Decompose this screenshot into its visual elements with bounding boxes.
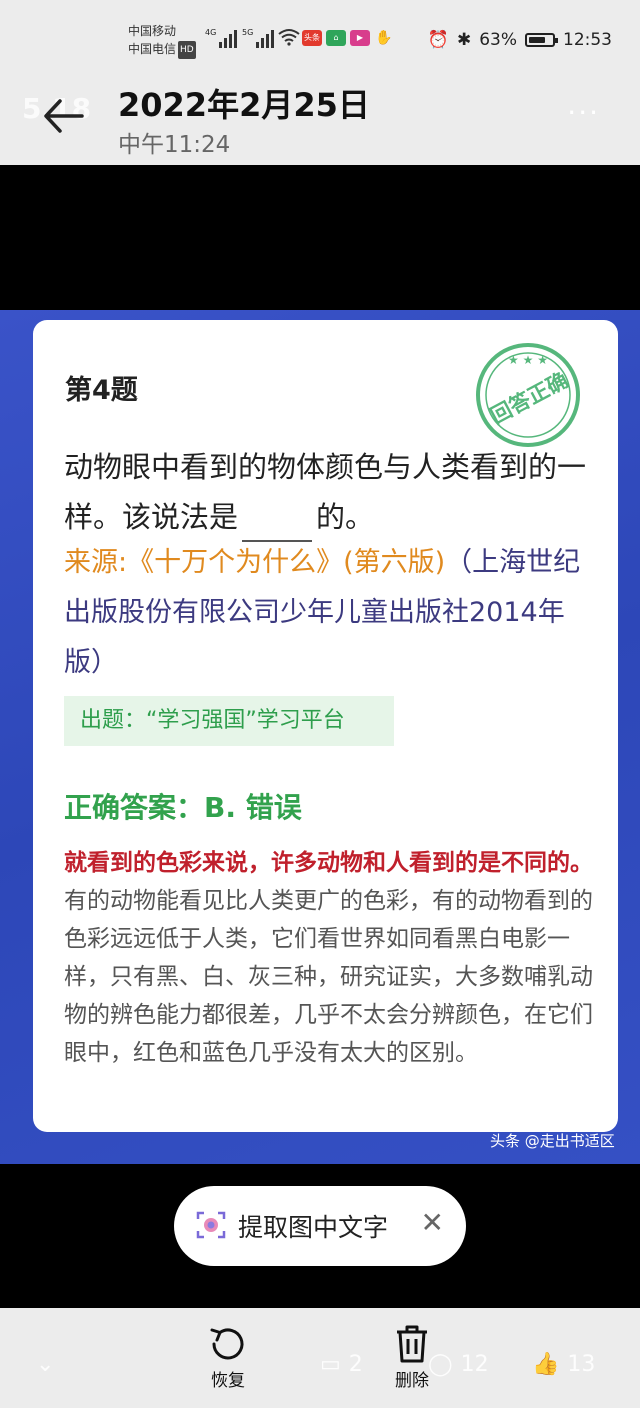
- svg-text:★ ★ ★: ★ ★ ★: [508, 353, 548, 367]
- more-options-icon[interactable]: ···: [567, 96, 600, 129]
- signal-icon-2: 5G: [242, 28, 275, 48]
- status-right: ⏰ ✱ 63% 12:53: [428, 30, 612, 50]
- network-type-1: 4G: [205, 28, 217, 37]
- restore-button[interactable]: 恢复: [200, 1322, 256, 1391]
- shop-app-icon: ⌂: [326, 30, 346, 46]
- alarm-icon: ⏰: [427, 30, 449, 50]
- question-text: 动物眼中看到的物体颜色与人类看到的一样。该说法是 的。: [64, 442, 594, 542]
- question-number: 第4题: [65, 375, 138, 406]
- source-label: 来源:《十万个为什么》(第六版): [64, 547, 446, 578]
- bottom-action-bar: ⌄ 恢复 ▭ 2 删除 ◯ 12 👍 13: [0, 1308, 640, 1408]
- carrier-info: 中国移动 中国电信 HD: [128, 22, 196, 59]
- comment-count[interactable]: ▭ 2: [320, 1352, 363, 1377]
- carrier-2: 中国电信: [128, 42, 177, 56]
- question-part2: 的。: [316, 500, 375, 534]
- like-number: 13: [567, 1352, 596, 1377]
- restore-label: 恢复: [211, 1371, 245, 1391]
- answer-blank: [242, 508, 313, 542]
- comment-number: 2: [348, 1352, 363, 1377]
- notification-icons: 头条 ⌂ ▶ ✋: [302, 30, 394, 46]
- top-bar: 中国移动 中国电信 HD 4G 5G 头条 ⌂ ▶ ✋ ⏰ ✱ 63% 12:5…: [0, 0, 640, 165]
- message-count[interactable]: ◯ 12: [428, 1352, 489, 1377]
- battery-icon: [525, 33, 558, 47]
- correct-stamp: ★ ★ ★ 回答正确: [476, 343, 580, 447]
- extract-text-label: 提取图中文字: [238, 1213, 389, 1242]
- bluetooth-icon: ✱: [456, 30, 472, 50]
- close-icon[interactable]: ✕: [421, 1206, 444, 1239]
- comment-icon: ▭: [320, 1352, 341, 1377]
- correct-answer: 正确答案：B. 错误: [64, 791, 302, 824]
- watermark: 头条 @走出书适区: [490, 1132, 615, 1150]
- stamp-text: 回答正确: [487, 368, 572, 429]
- back-arrow-icon[interactable]: [42, 96, 86, 136]
- battery-percent: 63%: [479, 30, 517, 50]
- toutiao-app-icon: 头条: [302, 30, 322, 46]
- thumbs-up-icon: 👍: [532, 1352, 560, 1377]
- signal-icon-1: 4G: [205, 28, 238, 48]
- message-icon: ◯: [428, 1352, 453, 1377]
- clock: 12:53: [563, 30, 612, 50]
- wifi-icon: [278, 29, 300, 46]
- message-number: 12: [460, 1352, 489, 1377]
- scan-text-icon: [196, 1211, 226, 1239]
- status-bar: 中国移动 中国电信 HD 4G 5G 头条 ⌂ ▶ ✋ ⏰ ✱ 63% 12:5…: [0, 18, 640, 59]
- photo-date: 2022年2月25日: [118, 86, 370, 124]
- chevron-down-icon[interactable]: ⌄: [36, 1352, 54, 1377]
- gesture-icon: ✋: [375, 30, 393, 46]
- network-type-2: 5G: [242, 28, 254, 37]
- quiz-card: 第4题 ★ ★ ★ 回答正确 动物眼中看到的物体颜色与人类看到的一样。该说法是的…: [33, 320, 618, 1132]
- photo-view[interactable]: 第4题 ★ ★ ★ 回答正确 动物眼中看到的物体颜色与人类看到的一样。该说法是的…: [0, 310, 640, 1164]
- carrier-1: 中国移动: [128, 24, 177, 38]
- restore-icon: [210, 1328, 244, 1360]
- explanation: 就看到的色彩来说，许多动物和人看到的是不同的。有的动物能看见比人类更广的色彩，有…: [64, 844, 594, 1072]
- video-app-icon: ▶: [350, 30, 370, 46]
- photo-time: 中午11:24: [118, 132, 231, 158]
- like-count[interactable]: 👍 13: [532, 1352, 595, 1377]
- hd-badge: HD: [178, 40, 196, 59]
- explanation-body: 有的动物能看见比人类更广的色彩，有的动物看到的色彩远远低于人类，它们看世界如同看…: [64, 888, 593, 1066]
- explanation-highlight: 就看到的色彩来说，许多动物和人看到的是不同的。: [64, 850, 593, 876]
- extract-text-button[interactable]: 提取图中文字 ✕: [174, 1186, 466, 1266]
- source-text: 来源:《十万个为什么》(第六版)（上海世纪出版股份有限公司少年儿童出版社2014…: [64, 538, 594, 688]
- question-setter: 出题：“学习强国”学习平台: [64, 696, 394, 746]
